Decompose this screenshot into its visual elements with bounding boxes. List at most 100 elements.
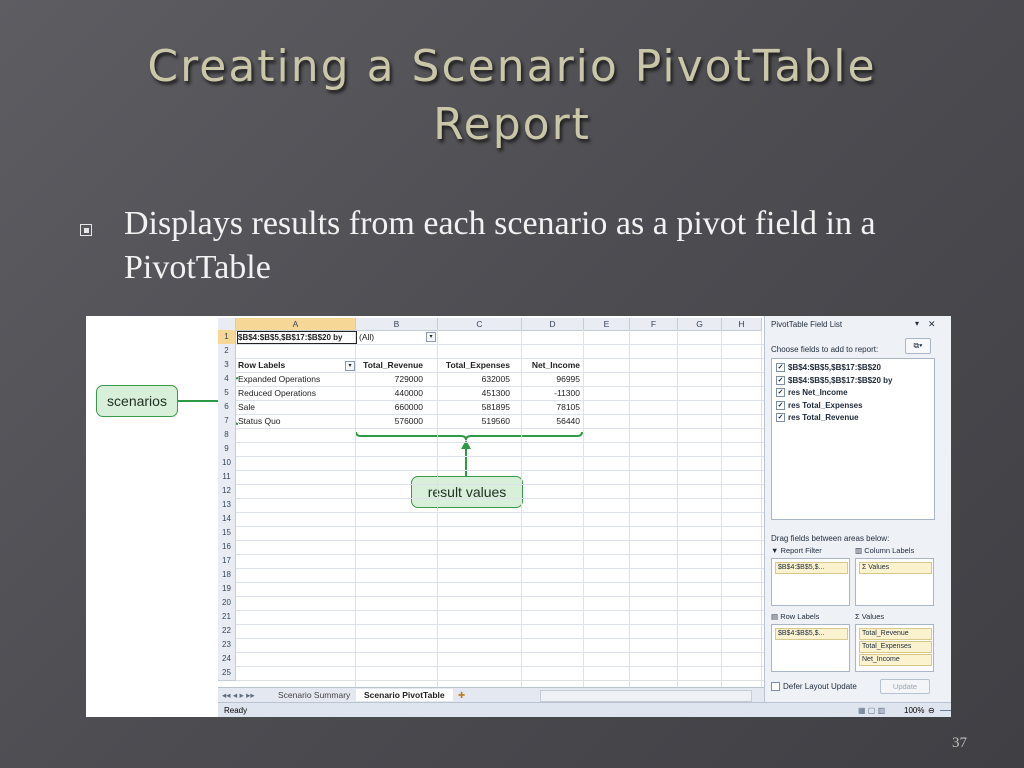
zoom-slider[interactable] (940, 710, 951, 711)
row-header[interactable]: 24 (218, 652, 236, 667)
result-value-cell[interactable]: 519560 (438, 414, 510, 428)
column-header-f[interactable]: F (630, 318, 678, 331)
row-header[interactable]: 9 (218, 442, 236, 457)
horizontal-scrollbar[interactable] (540, 690, 752, 702)
row-header[interactable]: 7 (218, 414, 236, 429)
row-header[interactable]: 19 (218, 582, 236, 597)
filter-value-cell[interactable]: (All) ▾ (359, 330, 437, 344)
row-header[interactable]: 22 (218, 624, 236, 639)
report-filter-area[interactable]: $B$4:$B$5,$... (771, 558, 850, 606)
close-icon[interactable]: ✕ (928, 319, 936, 330)
row-header[interactable]: 4 (218, 372, 236, 387)
header-row-labels[interactable]: Row Labels (238, 358, 338, 372)
row-header[interactable]: 12 (218, 484, 236, 499)
field-checkbox[interactable]: ✓ (776, 388, 785, 398)
field-item[interactable]: ✓ $B$4:$B$5,$B$17:$B$20 by (776, 375, 893, 387)
defer-label: Defer Layout Update (783, 682, 857, 691)
column-values-item[interactable]: Σ Values (859, 562, 932, 574)
scenario-name-cell[interactable]: Reduced Operations (238, 386, 353, 400)
result-value-cell[interactable]: 440000 (357, 386, 423, 400)
field-checkbox[interactable]: ✓ (776, 413, 785, 423)
result-value-cell[interactable]: 78105 (524, 400, 580, 414)
row-labels-filter-icon[interactable]: ▾ (345, 361, 355, 371)
row-header[interactable]: 2 (218, 344, 236, 359)
column-header-e[interactable]: E (584, 318, 630, 331)
field-checkbox[interactable]: ✓ (776, 400, 785, 410)
row-header[interactable]: 13 (218, 498, 236, 513)
column-header-d[interactable]: D (522, 318, 584, 331)
row-labels-item[interactable]: $B$4:$B$5,$... (775, 628, 848, 640)
zoom-out-icon[interactable]: ⊖ (928, 703, 935, 717)
row-header[interactable]: 5 (218, 386, 236, 401)
column-header-a[interactable]: A (236, 318, 356, 331)
field-label: $B$4:$B$5,$B$17:$B$20 (788, 363, 881, 372)
column-header-h[interactable]: H (722, 318, 762, 331)
result-value-cell[interactable]: 451300 (438, 386, 510, 400)
column-header-g[interactable]: G (678, 318, 722, 331)
field-item[interactable]: ✓ $B$4:$B$5,$B$17:$B$20 (776, 362, 881, 374)
row-header[interactable]: 11 (218, 470, 236, 485)
row-header[interactable]: 25 (218, 666, 236, 681)
header-net-income[interactable]: Net_Income (524, 358, 580, 372)
row-header[interactable]: 10 (218, 456, 236, 471)
values-area[interactable]: Total_Revenue Total_Expenses Net_Income (855, 624, 934, 672)
defer-layout-checkbox[interactable]: Defer Layout Update (771, 682, 857, 692)
layout-options-button[interactable]: ⧉▾ (905, 338, 931, 354)
result-value-cell[interactable]: 729000 (357, 372, 423, 386)
field-checkbox[interactable]: ✓ (776, 363, 785, 373)
column-labels-label: ▥ Column Labels (855, 546, 914, 555)
worksheet[interactable]: ABCDEFGH 1 2 3 4 5 6 7 8 9 10 11 12 13 14 15 16 17 18 19 20… (218, 316, 897, 706)
field-label: res Total_Expenses (788, 400, 863, 410)
row-header[interactable]: 6 (218, 400, 236, 415)
row-header[interactable]: 23 (218, 638, 236, 653)
sheet-tabs-bar: ◂◂ ◂ ▸ ▸▸ Scenario Summary Scenario Pivo… (218, 687, 850, 703)
filter-dropdown-icon[interactable]: ▾ (426, 332, 436, 342)
tab-scenario-summary[interactable]: Scenario Summary (270, 689, 358, 701)
column-labels-area[interactable]: Σ Values (855, 558, 934, 606)
scenario-name-cell[interactable]: Status Quo (238, 414, 353, 428)
grid-line (677, 330, 678, 687)
row-header[interactable]: 14 (218, 512, 236, 527)
field-list-title: PivotTable Field List (771, 320, 843, 329)
value-field-item[interactable]: Net_Income (859, 654, 932, 666)
column-header-c[interactable]: C (438, 318, 522, 331)
header-total-expenses[interactable]: Total_Expenses (438, 358, 510, 372)
row-labels-area[interactable]: $B$4:$B$5,$... (771, 624, 850, 672)
row-header[interactable]: 21 (218, 610, 236, 625)
scenario-name-cell[interactable]: Expanded Operations (238, 372, 353, 386)
report-filter-item[interactable]: $B$4:$B$5,$... (775, 562, 848, 574)
filter-field-cell[interactable]: $B$4:$B$5,$B$17:$B$20 by (237, 331, 357, 344)
row-header[interactable]: 1 (218, 330, 236, 345)
pane-options-icon[interactable]: ▾ (915, 319, 919, 328)
result-value-cell[interactable]: 576000 (357, 414, 423, 428)
view-buttons[interactable]: ▦ ▢ ▥ (858, 703, 885, 717)
value-field-item[interactable]: Total_Expenses (859, 641, 932, 653)
scenario-name-cell[interactable]: Sale (238, 400, 353, 414)
row-header[interactable]: 8 (218, 428, 236, 443)
field-item[interactable]: ✓ res Total_Revenue (776, 412, 859, 424)
status-bar: Ready ▦ ▢ ▥ 100% ⊖ ⊕ (218, 702, 951, 717)
result-value-cell[interactable]: 96995 (524, 372, 580, 386)
tab-nav-arrows[interactable]: ◂◂ ◂ ▸ ▸▸ (218, 689, 259, 701)
result-value-cell[interactable]: 632005 (438, 372, 510, 386)
update-button[interactable]: Update (880, 679, 930, 694)
field-item[interactable]: ✓ res Total_Expenses (776, 400, 863, 412)
row-header[interactable]: 16 (218, 540, 236, 555)
row-header[interactable]: 3 (218, 358, 236, 373)
grid-line (721, 330, 722, 687)
row-header[interactable]: 17 (218, 554, 236, 569)
result-value-cell[interactable]: -11300 (524, 386, 580, 400)
new-sheet-icon[interactable]: ✚ (450, 689, 473, 701)
field-checkbox[interactable]: ✓ (776, 375, 785, 385)
row-header[interactable]: 20 (218, 596, 236, 611)
header-total-revenue[interactable]: Total_Revenue (357, 358, 423, 372)
field-item[interactable]: ✓ res Net_Income (776, 387, 848, 399)
row-header[interactable]: 15 (218, 526, 236, 541)
row-header[interactable]: 18 (218, 568, 236, 583)
value-field-item[interactable]: Total_Revenue (859, 628, 932, 640)
result-value-cell[interactable]: 660000 (357, 400, 423, 414)
result-value-cell[interactable]: 581895 (438, 400, 510, 414)
tab-scenario-pivottable[interactable]: Scenario PivotTable (356, 689, 453, 701)
defer-checkbox-box[interactable] (771, 682, 780, 692)
result-value-cell[interactable]: 56440 (524, 414, 580, 428)
